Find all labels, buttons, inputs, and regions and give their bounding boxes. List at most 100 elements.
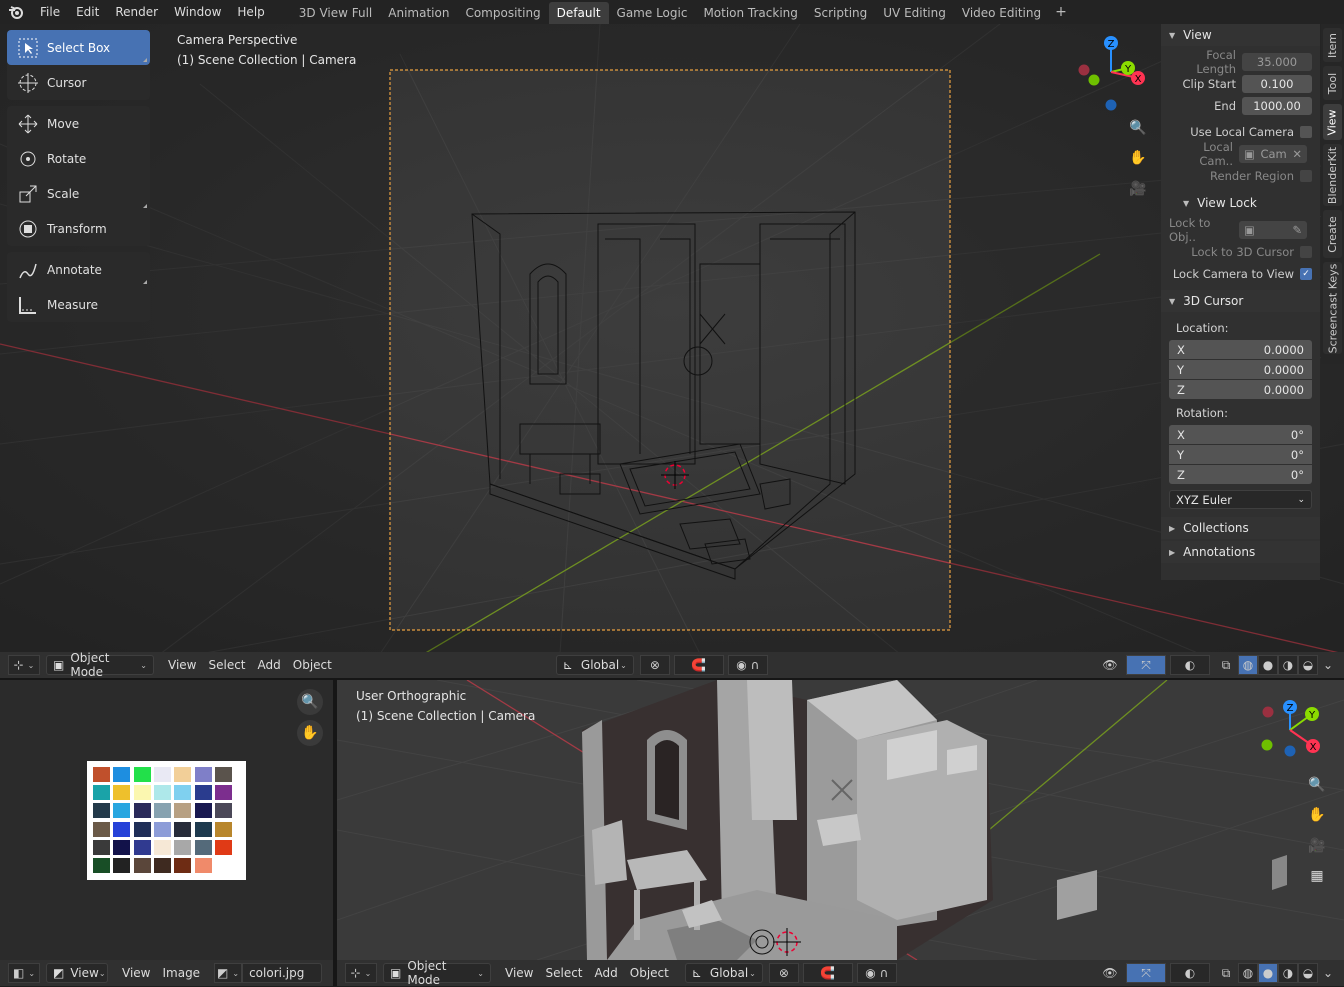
bottom-shading-options-icon[interactable]: ⌄	[1318, 963, 1338, 983]
image-filename-field[interactable]: colori.jpg	[242, 963, 323, 983]
bottom-navigation-gizmo[interactable]: Z Y X	[1259, 696, 1329, 766]
workspace-tab-default[interactable]: Default	[548, 2, 609, 24]
view-panel-header[interactable]: ▼ View	[1161, 24, 1320, 46]
clip-start-field[interactable]: 0.100	[1242, 75, 1312, 93]
shading-wireframe-icon[interactable]: ◍	[1238, 655, 1258, 675]
bottom-menu-select[interactable]: Select	[539, 963, 588, 983]
proportional-edit-icon[interactable]: ◉ ∩	[727, 655, 768, 675]
tab-create[interactable]: Create	[1323, 210, 1342, 258]
tab-tool[interactable]: Tool	[1323, 66, 1342, 100]
cursor-rotation-x[interactable]: X 0°	[1169, 425, 1312, 444]
bottom-zoom-icon[interactable]: 🔍	[1304, 772, 1330, 798]
workspace-tab-uv-editing[interactable]: UV Editing	[875, 2, 954, 24]
bottom-snap-icon[interactable]: 🧲	[802, 963, 853, 983]
add-workspace-icon[interactable]: +	[1049, 4, 1073, 20]
local-camera-field[interactable]: ▣ Cam ✕	[1239, 145, 1307, 163]
clip-end-field[interactable]: 1000.00	[1242, 97, 1312, 115]
workspace-tab-scripting[interactable]: Scripting	[806, 2, 875, 24]
bottom-xray-toggle-icon[interactable]: ⧉	[1214, 963, 1238, 983]
cursor-location-x[interactable]: X 0.0000	[1169, 340, 1312, 359]
tool-annotate[interactable]: Annotate	[7, 252, 150, 287]
image-editor-area[interactable]: 🔍 ✋	[0, 680, 333, 960]
bottom-shading-material-icon[interactable]: ◑	[1278, 963, 1298, 983]
workspace-tab-video-editing[interactable]: Video Editing	[954, 2, 1049, 24]
menu-file[interactable]: File	[32, 0, 68, 24]
tool-scale[interactable]: Scale	[7, 176, 150, 211]
navigation-gizmo[interactable]: Z Y X	[1075, 32, 1150, 116]
tool-move[interactable]: Move	[7, 106, 150, 141]
area-divider[interactable]	[333, 680, 337, 986]
tab-view[interactable]: View	[1323, 104, 1342, 140]
image-pan-hand-icon[interactable]: ✋	[297, 720, 323, 746]
xray-toggle-icon[interactable]: ⧉	[1214, 655, 1238, 675]
bottom-menu-view[interactable]: View	[499, 963, 539, 983]
tab-blenderkit[interactable]: BlenderKit	[1323, 144, 1342, 206]
rotation-mode-dropdown[interactable]: XYZ Euler ⌄	[1169, 490, 1312, 509]
tab-item[interactable]: Item	[1323, 28, 1342, 62]
annotations-panel-header[interactable]: ▶ Annotations	[1161, 541, 1320, 563]
bottom-proportional-edit-icon[interactable]: ◉ ∩	[856, 963, 897, 983]
camera-view-icon[interactable]: 🎥	[1125, 176, 1151, 202]
cursor-rotation-y[interactable]: Y 0°	[1169, 445, 1312, 464]
bottom-editor-type-icon[interactable]: ⊹ ⌄	[345, 963, 377, 983]
bottom-shading-wireframe-icon[interactable]: ◍	[1238, 963, 1258, 983]
shading-solid-icon[interactable]: ●	[1258, 655, 1278, 675]
bottom-3d-viewport[interactable]: User Orthographic (1) Scene Collection |…	[337, 680, 1344, 960]
lock-camera-to-view-checkbox[interactable]: ✓	[1300, 268, 1312, 280]
lock-to-3d-cursor-checkbox[interactable]	[1300, 246, 1312, 258]
workspace-tab-motion-tracking[interactable]: Motion Tracking	[695, 2, 805, 24]
image-menu-view[interactable]: View	[116, 963, 156, 983]
focal-length-field[interactable]: 35.000	[1242, 53, 1312, 71]
workspace-tab-animation[interactable]: Animation	[380, 2, 457, 24]
menu-window[interactable]: Window	[166, 0, 229, 24]
tool-cursor[interactable]: Cursor	[7, 65, 150, 100]
menu-add[interactable]: Add	[252, 655, 287, 675]
menu-view[interactable]: View	[162, 655, 202, 675]
image-zoom-icon[interactable]: 🔍	[297, 689, 323, 715]
tool-rotate[interactable]: Rotate	[7, 141, 150, 176]
editor-type-icon[interactable]: ⊹ ⌄	[8, 655, 40, 675]
eyedropper-icon[interactable]: ✎	[1292, 223, 1302, 237]
bottom-transform-orientation-dropdown[interactable]: ⊾ Global ⌄	[684, 963, 763, 983]
bottom-gizmo-toggle-icon[interactable]: ⤧	[1126, 963, 1166, 983]
collections-panel-header[interactable]: ▶ Collections	[1161, 517, 1320, 539]
cursor-rotation-z[interactable]: Z 0°	[1169, 465, 1312, 484]
image-view-mode-dropdown[interactable]: ◩ View ⌄	[46, 963, 108, 983]
image-browse-icon[interactable]: ◩ ⌄	[214, 963, 243, 983]
bottom-overlays-icon[interactable]: ◐	[1170, 963, 1210, 983]
image-menu-image[interactable]: Image	[156, 963, 206, 983]
area-divider-horizontal[interactable]	[0, 678, 1344, 680]
3d-cursor-panel-header[interactable]: ▼ 3D Cursor	[1161, 290, 1320, 312]
bottom-shading-rendered-icon[interactable]: ◒	[1298, 963, 1318, 983]
shading-rendered-icon[interactable]: ◒	[1298, 655, 1318, 675]
tool-measure[interactable]: Measure	[7, 287, 150, 322]
cursor-location-y[interactable]: Y 0.0000	[1169, 360, 1312, 379]
menu-render[interactable]: Render	[107, 0, 166, 24]
tab-screencast-keys[interactable]: Screencast Keys	[1323, 262, 1342, 354]
pivot-point-icon[interactable]: ⊗	[639, 655, 670, 675]
menu-edit[interactable]: Edit	[68, 0, 107, 24]
bottom-camera-view-icon[interactable]: 🎥	[1304, 833, 1330, 859]
workspace-tab-3d-view-full[interactable]: 3D View Full	[291, 2, 381, 24]
shading-material-icon[interactable]: ◑	[1278, 655, 1298, 675]
pan-hand-icon[interactable]: ✋	[1125, 145, 1151, 171]
shading-options-icon[interactable]: ⌄	[1318, 655, 1338, 675]
transform-orientation-dropdown[interactable]: ⊾ Global ⌄	[555, 655, 634, 675]
image-editor-type-icon[interactable]: ◧ ⌄	[8, 963, 40, 983]
clear-x-icon[interactable]: ✕	[1292, 147, 1302, 161]
render-region-checkbox[interactable]	[1300, 170, 1312, 182]
workspace-tab-compositing[interactable]: Compositing	[457, 2, 548, 24]
view-lock-header[interactable]: ▼ View Lock	[1161, 192, 1320, 214]
bottom-menu-add[interactable]: Add	[589, 963, 624, 983]
cursor-location-z[interactable]: Z 0.0000	[1169, 380, 1312, 399]
gizmo-toggle-icon[interactable]: ⤧	[1126, 655, 1166, 675]
bottom-menu-object[interactable]: Object	[624, 963, 675, 983]
bottom-visibility-eye-icon[interactable]: 👁	[1094, 963, 1126, 983]
overlays-icon[interactable]: ◐	[1170, 655, 1210, 675]
bottom-ortho-grid-icon[interactable]: ▦	[1304, 863, 1330, 889]
workspace-tab-game-logic[interactable]: Game Logic	[609, 2, 696, 24]
menu-select[interactable]: Select	[202, 655, 251, 675]
use-local-camera-checkbox[interactable]	[1300, 126, 1312, 138]
visibility-eye-icon[interactable]: 👁	[1094, 655, 1126, 675]
object-mode-dropdown[interactable]: ▣ Object Mode ⌄	[46, 651, 154, 679]
